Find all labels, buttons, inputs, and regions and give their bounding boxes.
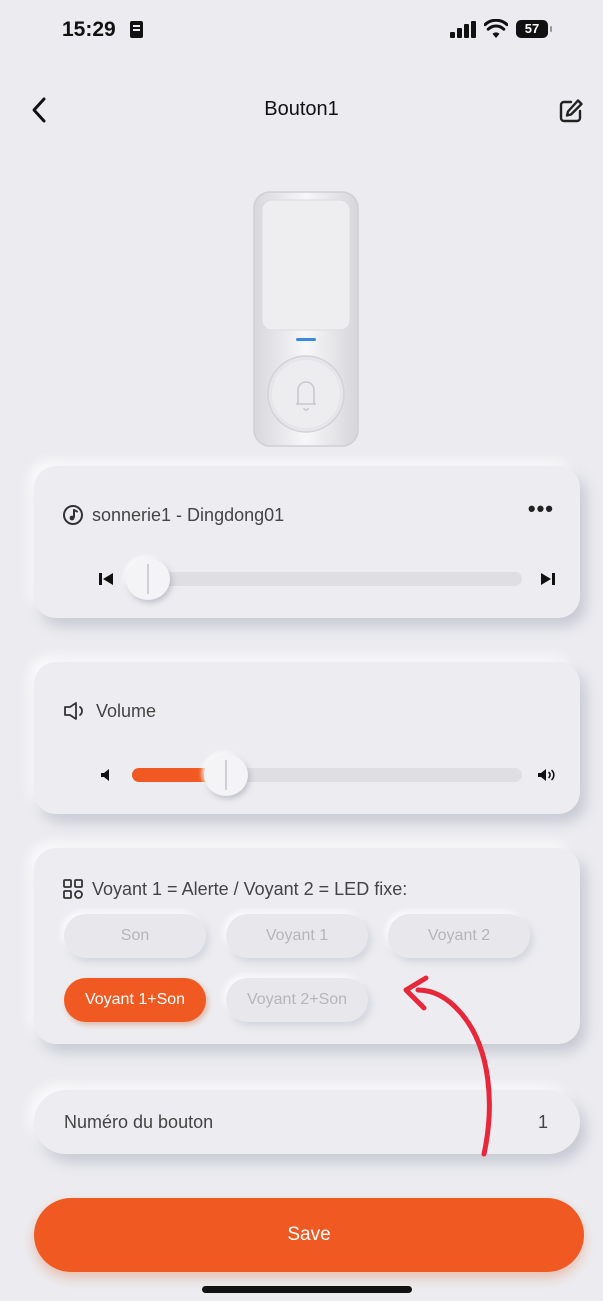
button-number-value: 1 xyxy=(537,1112,548,1132)
speaker-icon xyxy=(64,702,83,720)
ringtone-label: sonnerie1 - Dingdong01 xyxy=(92,504,285,525)
annotation-arrow-icon xyxy=(403,975,492,1157)
ringtone-title[interactable]: sonnerie1 - Dingdong01 xyxy=(62,504,284,526)
mode-option-voyant-2[interactable]: Voyant 2 xyxy=(388,914,530,958)
indicator-mode-label: Voyant 1 = Alerte / Voyant 2 = LED fixe: xyxy=(92,878,408,899)
cellular-signal-icon xyxy=(450,21,476,38)
mode-option-voyant-2-son[interactable]: Voyant 2+Son xyxy=(226,978,368,1022)
ringtone-slider-thumb[interactable] xyxy=(125,558,170,600)
mode-option-son[interactable]: Son xyxy=(64,914,206,958)
save-button[interactable]: Save xyxy=(34,1198,584,1272)
volume-title: Volume xyxy=(62,700,156,722)
contact-card-icon xyxy=(130,21,143,38)
doorbell-button-image xyxy=(253,191,359,447)
volume-slider[interactable] xyxy=(96,754,558,796)
ringtone-card: sonnerie1 - Dingdong01 ••• xyxy=(34,466,580,618)
volume-card: Volume xyxy=(34,662,580,814)
mode-option-voyant-1-son[interactable]: Voyant 1+Son xyxy=(64,978,206,1022)
page-title: Bouton1 xyxy=(264,98,339,120)
grid-icon xyxy=(63,879,83,899)
header: Bouton1 xyxy=(0,80,603,140)
home-indicator xyxy=(202,1286,412,1293)
mode-option-voyant-1[interactable]: Voyant 1 xyxy=(226,914,368,958)
more-options-button[interactable]: ••• xyxy=(528,498,554,520)
skip-previous-icon[interactable] xyxy=(96,570,118,588)
status-time: 15:29 xyxy=(62,18,116,41)
music-note-icon xyxy=(63,505,83,525)
edit-icon xyxy=(559,99,583,123)
volume-low-icon[interactable] xyxy=(96,766,118,784)
volume-slider-track[interactable] xyxy=(132,754,522,796)
skip-next-icon[interactable] xyxy=(536,570,558,588)
ringtone-slider-track[interactable] xyxy=(125,558,522,600)
edit-button[interactable] xyxy=(556,96,586,126)
volume-slider-thumb[interactable] xyxy=(203,754,248,796)
battery-icon: 57 xyxy=(516,20,552,38)
status-bar: 15:29 57 xyxy=(0,0,603,60)
ringtone-slider[interactable] xyxy=(96,558,558,600)
indicator-mode-title: Voyant 1 = Alerte / Voyant 2 = LED fixe: xyxy=(62,878,407,900)
volume-label: Volume xyxy=(96,700,157,721)
volume-high-icon[interactable] xyxy=(536,766,558,784)
button-number-label: Numéro du bouton xyxy=(64,1112,214,1132)
wifi-icon xyxy=(484,19,508,38)
